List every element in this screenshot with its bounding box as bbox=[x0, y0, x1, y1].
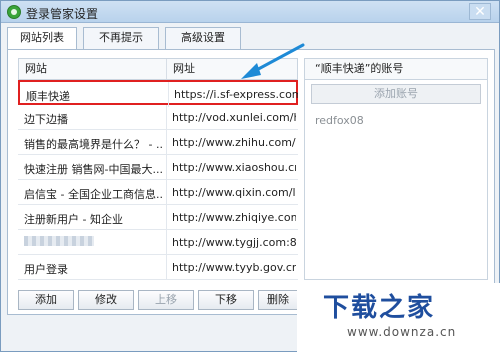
row-url: http://vod.xunlei.com/ho... bbox=[172, 111, 296, 124]
table-row[interactable]: 启信宝 - 全国企业工商信息... http://www.qixin.com/l… bbox=[18, 180, 298, 205]
row-url: http://www.tygjj.com:8080... bbox=[172, 236, 296, 249]
table-row[interactable]: 快速注册 销售网-中国最大... http://www.xiaoshou.cn/… bbox=[18, 155, 298, 180]
close-icon[interactable]: ✕ bbox=[469, 3, 491, 20]
row-url: http://www.zhiqiye.com/ac... bbox=[172, 211, 296, 224]
row-site: 边下边播 bbox=[24, 113, 68, 126]
move-up-button[interactable]: 上移 bbox=[138, 290, 194, 310]
column-header-site[interactable]: 网站 bbox=[19, 59, 167, 79]
table-row[interactable]: 用户登录 http://www.tyyb.gov.cn/l bbox=[18, 255, 298, 280]
row-site-blurred bbox=[24, 236, 164, 249]
account-item[interactable]: redfox08 bbox=[315, 114, 364, 127]
settings-window: 登录管家设置 ✕ 网站列表 不再提示 高级设置 网站 网址 顺丰快递 https… bbox=[0, 0, 500, 352]
redacted-text bbox=[24, 236, 94, 246]
tab-panel: 网站 网址 顺丰快递 https://i.sf-express.com/c...… bbox=[7, 49, 495, 315]
row-url: http://www.xiaoshou.cn/m... bbox=[172, 161, 296, 174]
accounts-list: 添加账号 redfox08 bbox=[304, 80, 488, 280]
watermark-title: 下载之家 bbox=[323, 293, 436, 323]
add-account-button[interactable]: 添加账号 bbox=[311, 84, 481, 104]
tab-website-list[interactable]: 网站列表 bbox=[7, 27, 77, 51]
row-url: http://www.zhihu.com/que... bbox=[172, 136, 296, 149]
row-site: 销售的最高境界是什么？ - ... bbox=[24, 138, 164, 151]
app-logo-icon bbox=[7, 5, 21, 19]
move-down-button[interactable]: 下移 bbox=[198, 290, 254, 310]
table-row[interactable]: http://www.tygjj.com:8080... bbox=[18, 230, 298, 255]
title-bar: 登录管家设置 ✕ bbox=[1, 1, 499, 23]
table-row-selected[interactable]: 顺丰快递 https://i.sf-express.com/c... bbox=[18, 80, 298, 107]
watermark-logo: 下载之家 www.downza.cn bbox=[297, 283, 500, 352]
edit-button[interactable]: 修改 bbox=[78, 290, 134, 310]
arrow-annotation-icon bbox=[241, 43, 305, 79]
watermark-url: www.downza.cn bbox=[347, 325, 457, 339]
row-site: 顺丰快递 bbox=[26, 90, 70, 103]
row-site: 用户登录 bbox=[24, 263, 68, 276]
table-row[interactable]: 边下边播 http://vod.xunlei.com/ho... bbox=[18, 105, 298, 130]
tab-no-prompt[interactable]: 不再提示 bbox=[83, 27, 159, 49]
accounts-header: “顺丰快递”的账号 bbox=[304, 58, 488, 80]
tab-advanced-settings[interactable]: 高级设置 bbox=[165, 27, 241, 49]
window-title: 登录管家设置 bbox=[26, 7, 99, 21]
delete-button[interactable]: 删除 bbox=[258, 290, 298, 310]
row-url: https://i.sf-express.com/c... bbox=[174, 88, 298, 101]
website-table: 顺丰快递 https://i.sf-express.com/c... 边下边播 … bbox=[18, 80, 298, 280]
table-row[interactable]: 销售的最高境界是什么？ - ... http://www.zhihu.com/q… bbox=[18, 130, 298, 155]
row-site: 注册新用户 - 知企业 bbox=[24, 213, 123, 226]
table-row[interactable]: 注册新用户 - 知企业 http://www.zhiqiye.com/ac... bbox=[18, 205, 298, 230]
row-url: http://www.qixin.com/logi... bbox=[172, 186, 296, 199]
row-site: 快速注册 销售网-中国最大... bbox=[24, 163, 163, 176]
row-url: http://www.tyyb.gov.cn/l bbox=[172, 261, 296, 274]
add-button[interactable]: 添加 bbox=[18, 290, 74, 310]
row-site: 启信宝 - 全国企业工商信息... bbox=[24, 188, 164, 201]
